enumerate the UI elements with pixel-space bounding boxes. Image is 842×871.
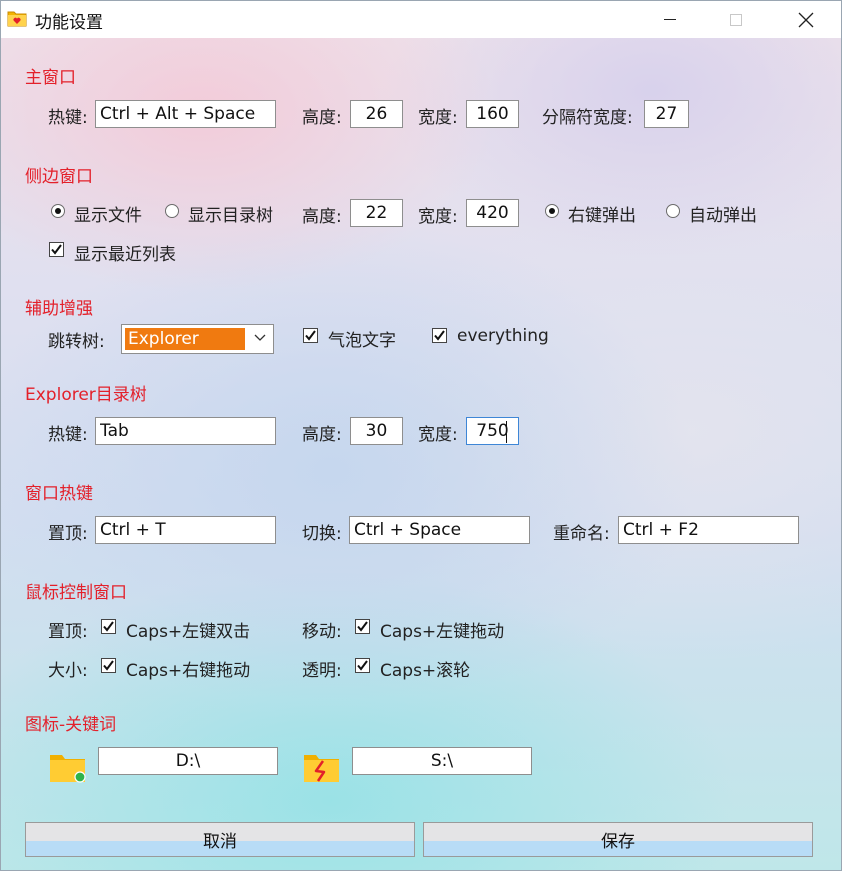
close-button[interactable] xyxy=(783,1,829,38)
radio-right-click-label[interactable]: 右键弹出 xyxy=(568,201,636,226)
explorer-height-label: 高度: xyxy=(302,425,342,445)
explorer-height-input[interactable] xyxy=(350,417,403,445)
section-title-explorer-tree: Explorer目录树 xyxy=(25,385,147,405)
section-title-side-window: 侧边窗口 xyxy=(25,167,93,187)
radio-auto-popup-label[interactable]: 自动弹出 xyxy=(689,201,757,226)
radio-show-files[interactable] xyxy=(51,204,65,218)
side-width-input[interactable] xyxy=(466,199,519,227)
everything-checkbox[interactable] xyxy=(432,328,447,343)
mouse-top-checkbox[interactable] xyxy=(101,619,116,634)
side-height-label: 高度: xyxy=(302,207,342,227)
text-cursor xyxy=(506,421,507,443)
section-title-icon-keywords: 图标-关键词 xyxy=(25,715,117,735)
section-title-mouse-control: 鼠标控制窗口 xyxy=(25,583,127,603)
main-width-label: 宽度: xyxy=(418,108,458,128)
check-icon xyxy=(305,330,316,341)
minimize-icon xyxy=(664,19,676,20)
chevron-down-icon xyxy=(254,334,266,341)
bubble-text-label[interactable]: 气泡文字 xyxy=(328,326,396,351)
explorer-hotkey-label: 热键: xyxy=(48,425,88,445)
radio-show-tree[interactable] xyxy=(165,204,179,218)
main-hotkey-label: 热键: xyxy=(48,108,88,128)
explorer-width-input[interactable] xyxy=(466,417,519,445)
side-height-input[interactable] xyxy=(350,199,403,227)
check-icon xyxy=(51,244,62,255)
hotkey-top-input[interactable] xyxy=(95,516,276,544)
mouse-size-label: 大小: xyxy=(48,661,88,681)
maximize-icon xyxy=(730,13,742,26)
title-bar[interactable]: 功能设置 xyxy=(1,1,841,38)
folder-dot-icon[interactable] xyxy=(49,750,87,784)
mouse-move-action[interactable]: Caps+左键拖动 xyxy=(380,617,504,642)
window-title: 功能设置 xyxy=(35,13,103,33)
radio-show-files-label[interactable]: 显示文件 xyxy=(74,201,142,226)
jump-tree-label: 跳转树: xyxy=(48,332,105,352)
section-title-main-window: 主窗口 xyxy=(25,68,76,88)
everything-label[interactable]: everything xyxy=(457,326,549,346)
main-height-input[interactable] xyxy=(350,100,403,128)
folder-bolt-icon[interactable] xyxy=(303,750,341,784)
app-folder-heart-icon xyxy=(7,11,27,27)
explorer-hotkey-input[interactable] xyxy=(95,417,276,445)
close-icon xyxy=(798,12,814,27)
mouse-top-label: 置顶: xyxy=(48,622,88,642)
maximize-button[interactable] xyxy=(713,1,759,38)
save-button[interactable]: 保存 xyxy=(423,822,813,857)
radio-auto-popup[interactable] xyxy=(666,204,680,218)
section-title-assist: 辅助增强 xyxy=(25,299,93,319)
side-width-label: 宽度: xyxy=(418,207,458,227)
mouse-size-action[interactable]: Caps+右键拖动 xyxy=(126,656,250,681)
mouse-move-label: 移动: xyxy=(302,622,342,642)
check-icon xyxy=(357,621,368,632)
main-height-label: 高度: xyxy=(302,108,342,128)
separator-width-input[interactable] xyxy=(644,100,689,128)
main-hotkey-input[interactable] xyxy=(95,100,276,128)
jump-tree-selected-value: Explorer xyxy=(125,328,245,350)
radio-show-tree-label[interactable]: 显示目录树 xyxy=(188,201,273,226)
icon-keyword-input-2[interactable] xyxy=(352,747,532,775)
show-recent-checkbox[interactable] xyxy=(49,242,64,257)
cancel-button[interactable]: 取消 xyxy=(25,822,415,857)
separator-width-label: 分隔符宽度: xyxy=(542,108,633,128)
mouse-transparent-label: 透明: xyxy=(302,661,342,681)
jump-tree-select[interactable]: Explorer xyxy=(121,324,274,354)
hotkey-top-label: 置顶: xyxy=(48,524,88,544)
mouse-transparent-checkbox[interactable] xyxy=(355,658,370,673)
mouse-top-action[interactable]: Caps+左键双击 xyxy=(126,617,250,642)
check-icon xyxy=(357,660,368,671)
hotkey-rename-input[interactable] xyxy=(618,516,799,544)
radio-right-click[interactable] xyxy=(545,204,559,218)
mouse-move-checkbox[interactable] xyxy=(355,619,370,634)
main-width-input[interactable] xyxy=(466,100,519,128)
minimize-button[interactable] xyxy=(647,1,693,38)
hotkey-rename-label: 重命名: xyxy=(553,524,610,544)
bubble-text-checkbox[interactable] xyxy=(303,328,318,343)
hotkey-switch-input[interactable] xyxy=(349,516,530,544)
section-title-window-hotkeys: 窗口热键 xyxy=(25,484,93,504)
icon-keyword-input-1[interactable] xyxy=(98,747,278,775)
check-icon xyxy=(103,621,114,632)
settings-window: 功能设置 主窗口 热键: 高度: 宽度: 分隔符宽度: 侧边窗口 显示文件 显示… xyxy=(0,0,842,871)
mouse-transparent-action[interactable]: Caps+滚轮 xyxy=(380,656,470,681)
check-icon xyxy=(103,660,114,671)
mouse-size-checkbox[interactable] xyxy=(101,658,116,673)
show-recent-label[interactable]: 显示最近列表 xyxy=(74,240,176,265)
explorer-width-label: 宽度: xyxy=(418,425,458,445)
check-icon xyxy=(434,330,445,341)
hotkey-switch-label: 切换: xyxy=(302,524,342,544)
